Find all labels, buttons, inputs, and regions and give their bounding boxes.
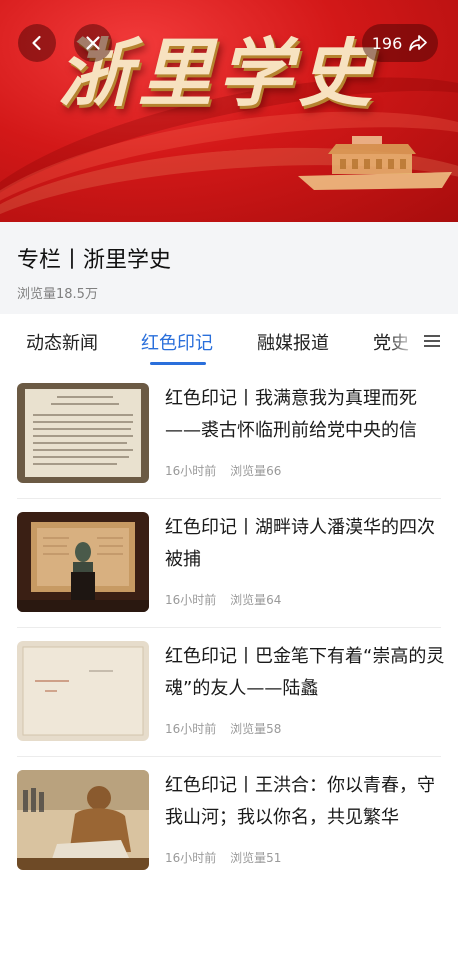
article-list: 红色印记丨我满意我为真理而死——裘古怀临刑前给党中央的信 16小时前 浏览量66 <box>0 368 458 885</box>
category-tabs: 动态新闻 红色印记 融媒报道 党史 <box>0 314 458 368</box>
article-time: 16小时前 <box>165 464 217 478</box>
article-thumbnail <box>17 512 149 612</box>
share-icon <box>409 35 428 51</box>
article-meta: 16小时前 浏览量51 <box>165 849 291 866</box>
column-title: 专栏丨浙里学史 <box>17 248 172 273</box>
back-button[interactable] <box>18 24 56 62</box>
red-boat-illustration <box>298 136 452 190</box>
article-views: 浏览量64 <box>230 593 282 607</box>
column-view-count: 浏览量18.5万 <box>17 287 98 302</box>
article-time: 16小时前 <box>165 722 217 736</box>
article-title: 红色印记丨我满意我为真理而死——裘古怀临刑前给党中央的信 <box>165 388 417 441</box>
chevron-left-icon <box>32 35 41 51</box>
article-views: 浏览量58 <box>230 722 282 736</box>
menu-icon <box>424 335 440 347</box>
tab-menu-button[interactable] <box>388 314 458 368</box>
article-time: 16小时前 <box>165 593 217 607</box>
article-item[interactable]: 红色印记丨我满意我为真理而死——裘古怀临刑前给党中央的信 16小时前 浏览量66 <box>0 368 458 497</box>
article-item[interactable]: 红色印记丨湖畔诗人潘漠华的四次被捕 16小时前 浏览量64 <box>0 498 458 627</box>
article-meta: 16小时前 浏览量58 <box>165 720 291 737</box>
close-button[interactable] <box>74 24 112 62</box>
close-icon <box>86 36 100 50</box>
tab-red-imprint[interactable]: 红色印记 <box>141 329 213 355</box>
share-button[interactable]: 196 <box>362 24 438 62</box>
article-title: 红色印记丨湖畔诗人潘漠华的四次被捕 <box>165 517 435 570</box>
article-title: 红色印记丨巴金笔下有着“崇高的灵魂”的友人——陆蠡 <box>165 646 445 699</box>
article-item[interactable]: 红色印记丨王洪合：你以青春，守我山河；我以你名，共见繁华 16小时前 浏览量51 <box>0 756 458 885</box>
article-thumbnail <box>17 383 149 483</box>
page-bottom-space <box>0 885 458 970</box>
article-title: 红色印记丨王洪合：你以青春，守我山河；我以你名，共见繁华 <box>165 775 435 828</box>
article-views: 浏览量51 <box>230 851 282 865</box>
article-meta: 16小时前 浏览量66 <box>165 462 291 479</box>
article-meta: 16小时前 浏览量64 <box>165 591 291 608</box>
tab-dynamic-news[interactable]: 动态新闻 <box>26 329 98 355</box>
tab-media-reports[interactable]: 融媒报道 <box>257 329 329 355</box>
article-item[interactable]: 红色印记丨巴金笔下有着“崇高的灵魂”的友人——陆蠡 16小时前 浏览量58 <box>0 627 458 756</box>
share-count: 196 <box>371 33 403 53</box>
article-thumbnail <box>17 770 149 870</box>
column-header: 专栏丨浙里学史 浏览量18.5万 <box>0 222 458 314</box>
article-thumbnail <box>17 641 149 741</box>
column-banner: 浙里学史 196 <box>0 0 458 222</box>
active-tab-indicator <box>150 362 206 365</box>
article-time: 16小时前 <box>165 851 217 865</box>
article-views: 浏览量66 <box>230 464 282 478</box>
